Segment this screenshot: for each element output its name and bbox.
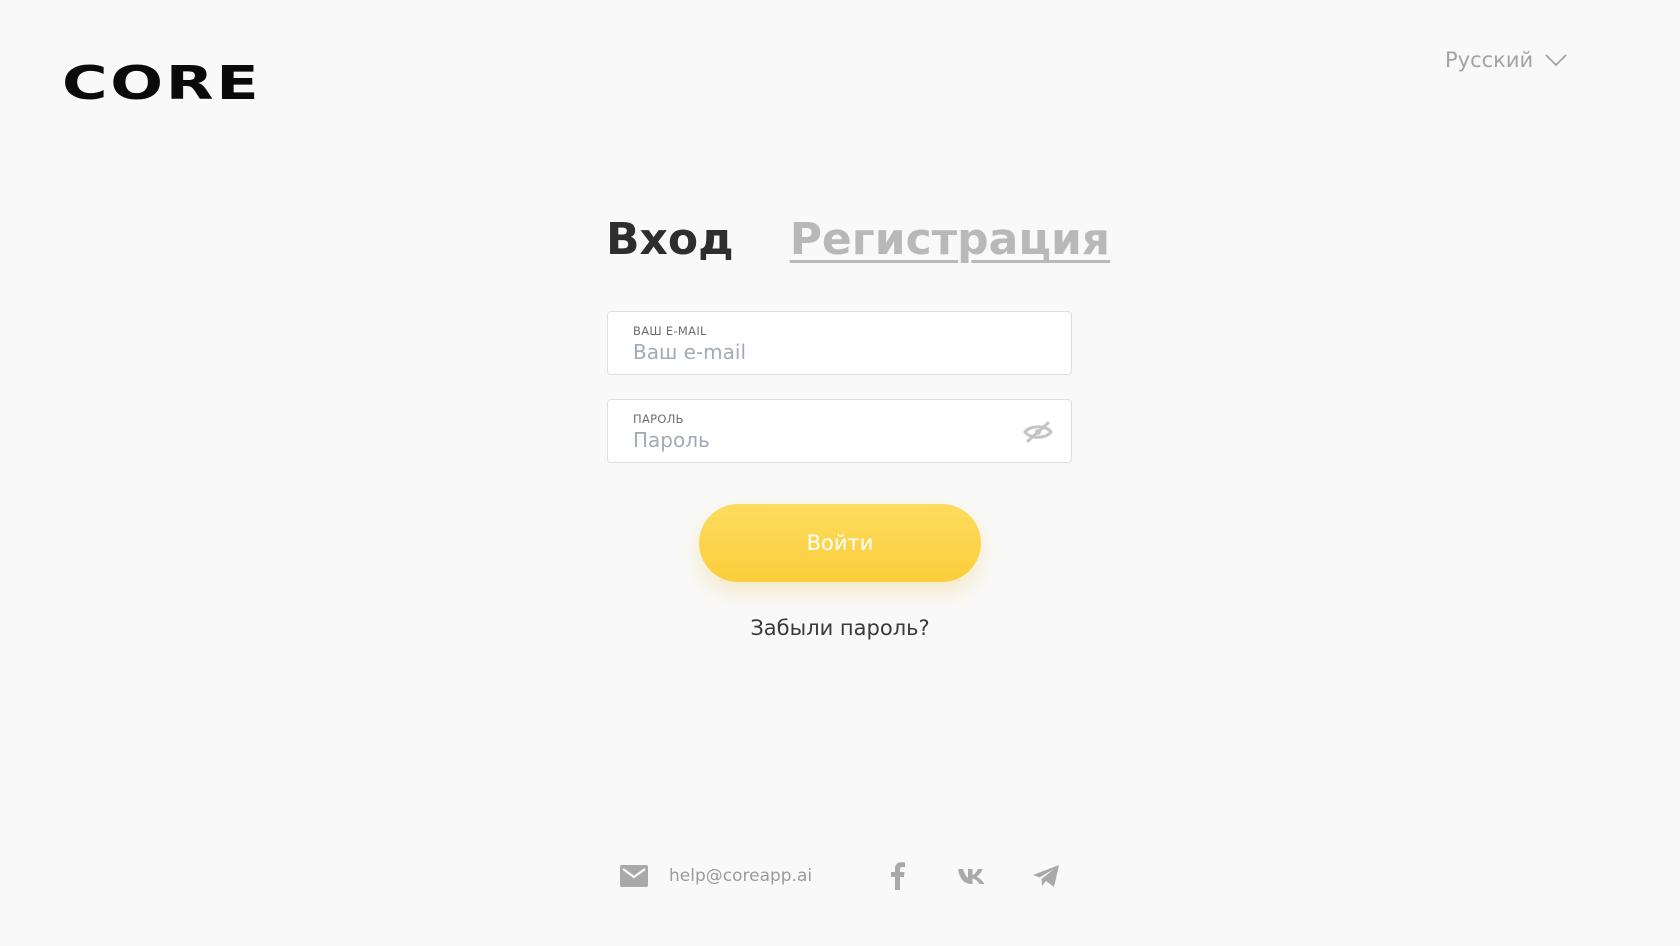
vk-icon xyxy=(958,869,985,884)
core-logo[interactable]: CORE xyxy=(62,60,261,106)
password-field: ПАРОЛЬ xyxy=(607,399,1072,463)
facebook-icon xyxy=(891,862,906,890)
telegram-icon xyxy=(1033,865,1060,887)
tab-login[interactable]: Вход xyxy=(606,210,734,270)
vk-link[interactable] xyxy=(958,862,986,890)
mail-icon xyxy=(620,865,648,887)
chevron-down-icon xyxy=(1545,54,1567,67)
language-selected-label: Русский xyxy=(1445,48,1534,72)
login-button[interactable]: Войти xyxy=(699,504,981,582)
password-field-label: ПАРОЛЬ xyxy=(633,412,684,426)
email-field: ВАШ E-MAIL xyxy=(607,311,1072,375)
eye-off-icon[interactable] xyxy=(1023,420,1053,444)
support-email-link[interactable]: help@coreapp.ai xyxy=(669,866,812,886)
telegram-link[interactable] xyxy=(1032,862,1060,890)
forgot-password-link[interactable]: Забыли пароль? xyxy=(0,616,1680,640)
email-field-label: ВАШ E-MAIL xyxy=(633,324,707,338)
auth-tabs: Вход Регистрация xyxy=(606,210,1110,270)
language-selector[interactable]: Русский xyxy=(1445,48,1567,72)
tab-register[interactable]: Регистрация xyxy=(790,210,1110,270)
footer: help@coreapp.ai xyxy=(620,860,1060,892)
password-input[interactable] xyxy=(633,428,1013,452)
facebook-link[interactable] xyxy=(884,862,912,890)
email-input[interactable] xyxy=(633,340,1013,364)
